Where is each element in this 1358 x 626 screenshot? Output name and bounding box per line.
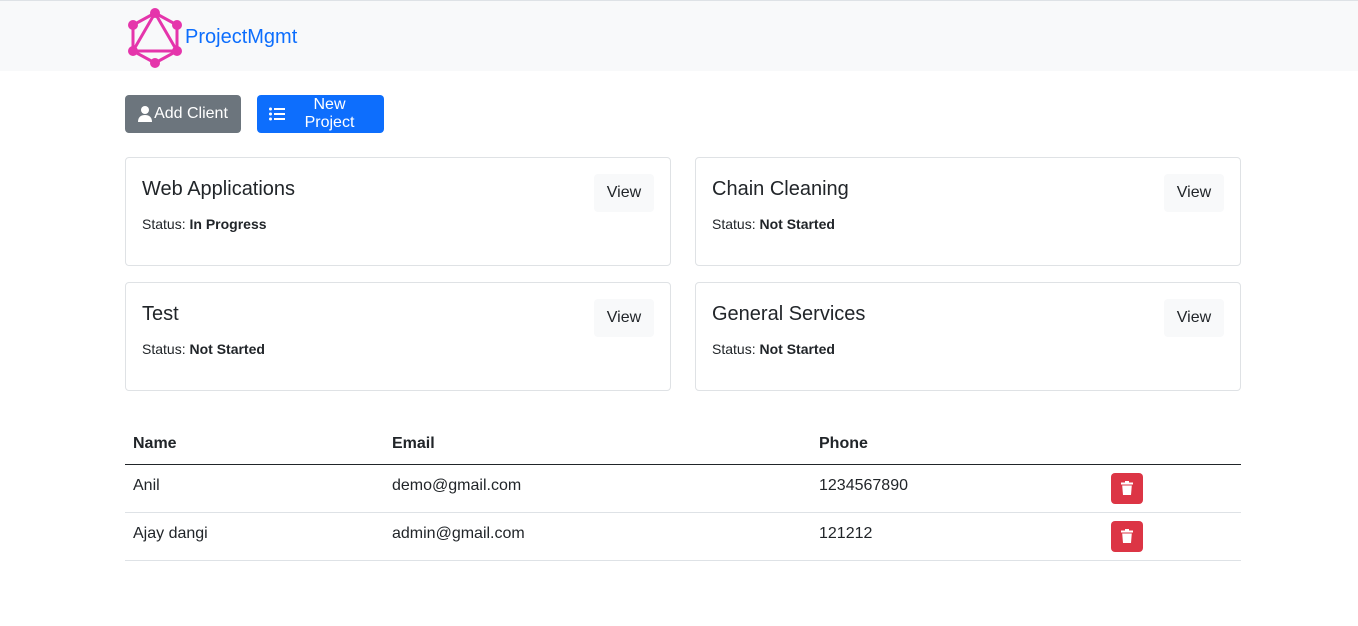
status-value: Not Started [189,341,265,357]
user-icon [138,106,154,122]
client-email: admin@gmail.com [384,512,811,561]
new-project-button[interactable]: New Project [257,95,384,133]
trash-icon [1121,481,1133,495]
clients-table: Name Email Phone Anil demo@gmail.com 123… [125,424,1241,561]
project-status: Status: In Progress [142,216,267,232]
view-project-button[interactable]: View [594,299,654,337]
client-email: demo@gmail.com [384,464,811,513]
list-icon [269,107,287,121]
graphql-logo-icon [126,6,184,68]
status-label: Status: [712,341,756,357]
project-card: Test Status: Not Started View [125,282,671,391]
status-label: Status: [142,341,186,357]
phone-column-header: Phone [811,424,1103,465]
project-title: Test [142,303,179,325]
status-value: Not Started [759,341,835,357]
brand-link[interactable]: ProjectMgmt [126,6,297,68]
client-actions [1103,464,1241,513]
project-card: Web Applications Status: In Progress Vie… [125,157,671,266]
client-phone: 121212 [811,512,1103,561]
table-row: Anil demo@gmail.com 1234567890 [125,464,1241,513]
brand-name: ProjectMgmt [185,25,298,48]
project-status: Status: Not Started [712,216,835,232]
project-card: General Services Status: Not Started Vie… [695,282,1241,391]
client-phone: 1234567890 [811,464,1103,513]
add-client-label: Add Client [154,105,228,122]
status-label: Status: [142,216,186,232]
delete-client-button[interactable] [1111,472,1143,504]
add-client-button[interactable]: Add Client [125,95,241,133]
trash-icon [1121,529,1133,543]
status-label: Status: [712,216,756,232]
client-name: Anil [125,464,384,513]
view-project-button[interactable]: View [1164,299,1224,337]
new-project-label: New Project [304,96,355,131]
project-card: Chain Cleaning Status: Not Started View [695,157,1241,266]
project-title: Web Applications [142,178,296,200]
client-actions [1103,512,1241,561]
email-column-header: Email [384,424,811,465]
project-title: General Services [712,303,866,325]
status-value: In Progress [189,216,267,232]
table-header-row: Name Email Phone [125,424,1241,465]
table-row: Ajay dangi admin@gmail.com 121212 [125,512,1241,561]
view-project-button[interactable]: View [1164,174,1224,212]
project-status: Status: Not Started [142,341,265,357]
view-project-button[interactable]: View [594,174,654,212]
name-column-header: Name [125,424,384,465]
project-status: Status: Not Started [712,341,835,357]
delete-client-button[interactable] [1111,520,1143,552]
client-name: Ajay dangi [125,512,384,561]
actions-column-header [1103,424,1241,465]
navbar: ProjectMgmt [0,0,1358,71]
status-value: Not Started [759,216,835,232]
project-title: Chain Cleaning [712,178,849,200]
